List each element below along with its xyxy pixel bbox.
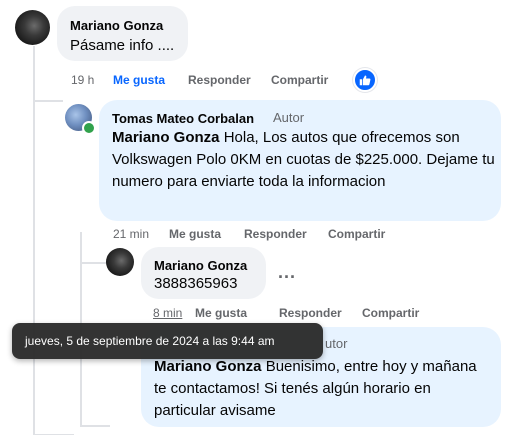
thumbs-up-icon	[359, 75, 371, 86]
author-badge: Autor	[273, 110, 305, 125]
comment-author[interactable]: Mariano Gonza	[70, 18, 163, 33]
reply-button[interactable]: Responder	[188, 73, 251, 87]
reply-button[interactable]: Responder	[279, 306, 342, 320]
timestamp-tooltip: jueves, 5 de septiembre de 2024 a las 9:…	[12, 323, 323, 359]
share-button[interactable]: Compartir	[328, 227, 385, 241]
comment-text: Pásame info ....	[70, 37, 175, 54]
reaction-badge[interactable]	[353, 68, 377, 92]
mention-link[interactable]: Mariano Gonza	[112, 129, 220, 146]
like-button[interactable]: Me gusta	[195, 306, 247, 320]
share-button[interactable]: Compartir	[271, 73, 328, 87]
reply-button[interactable]: Responder	[244, 227, 307, 241]
tooltip-text: jueves, 5 de septiembre de 2024 a las 9:…	[25, 334, 275, 348]
like-button[interactable]: Me gusta	[113, 73, 165, 87]
author-badge: utor	[325, 336, 348, 351]
thread-line	[33, 46, 35, 435]
like-button[interactable]: Me gusta	[169, 227, 221, 241]
avatar[interactable]	[106, 248, 134, 276]
avatar[interactable]	[15, 10, 50, 45]
comment-text: 3888365963	[154, 275, 238, 292]
comment-time[interactable]: 19 h	[71, 73, 94, 87]
comment-text: Mariano Gonza Buenisimo, entre hoy y mañ…	[154, 356, 489, 422]
more-options-button[interactable]: ...	[278, 262, 296, 283]
thread-line	[80, 425, 110, 427]
thread-line	[80, 262, 108, 264]
comment-time[interactable]: 8 min	[153, 306, 182, 320]
comment-text: Mariano Gonza Hola, Los autos que ofrece…	[112, 127, 497, 193]
comment-time[interactable]: 21 min	[113, 227, 149, 241]
comment-author[interactable]: Mariano Gonza	[154, 258, 247, 273]
share-button[interactable]: Compartir	[362, 306, 419, 320]
online-status-indicator	[82, 121, 96, 135]
thread-line	[33, 100, 63, 102]
mention-link[interactable]: Mariano Gonza	[154, 358, 262, 375]
comment-author[interactable]: Tomas Mateo Corbalan	[112, 111, 254, 126]
